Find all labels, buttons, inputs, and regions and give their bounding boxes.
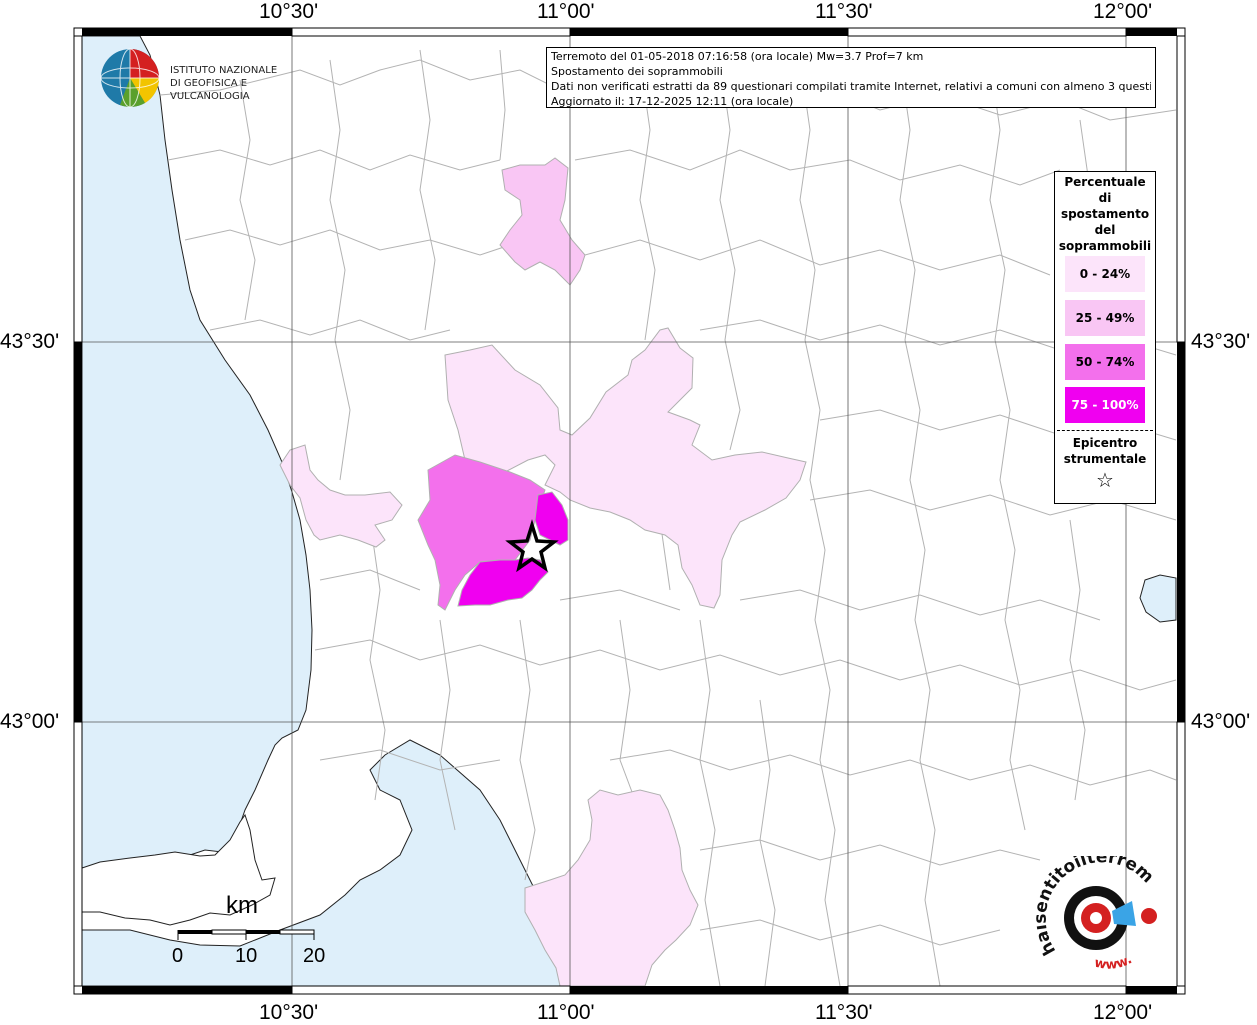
legend-title-line: del [1094,223,1116,237]
lon-label-top: 12°00' [1093,0,1153,23]
event-info-line: Spostamento dei soprammobili [551,65,723,78]
scale-tick-label: 10 [235,945,258,967]
lat-label-right: 43°30' [1191,330,1251,353]
event-info-line: Dati non verificati estratti da 89 quest… [551,80,1151,93]
legend-title: Percentuale di spostamento del soprammob… [1055,174,1155,254]
legend: Percentuale di spostamento del soprammob… [1054,171,1156,504]
scale-bar: km 0 10 20 [172,892,332,972]
ingv-name-line2: DI GEOFISICA E VULCANOLOGIA [170,78,250,102]
legend-title-line: soprammobili [1058,239,1152,253]
event-info-line: Terremoto del 01-05-2018 07:16:58 (ora l… [551,50,924,63]
ingv-logo: ISTITUTO NAZIONALE DI GEOFISICA E VULCAN… [100,48,310,110]
legend-epicenter-label: Epicentro strumentale [1055,435,1155,467]
legend-title-line: spostamento [1060,207,1150,221]
scale-tick-label: 20 [303,945,326,967]
legend-divider [1057,430,1153,431]
legend-title-line: di [1098,191,1112,205]
lon-label-bottom: 12°00' [1093,1001,1153,1024]
lon-label-top: 10°30' [259,0,319,23]
lat-label-right: 43°00' [1191,710,1251,733]
lon-label-bottom: 11°00' [537,1001,595,1024]
scale-tick-label: 0 [172,945,184,967]
ingv-name-line1: ISTITUTO NAZIONALE [170,65,278,76]
legend-epicenter-line: strumentale [1063,452,1147,466]
event-info-line: Aggiornato il: 17-12-2025 12:11 (ora loc… [551,95,794,108]
legend-class-25-49: 25 - 49% [1065,300,1145,336]
event-info-box: Terremoto del 01-05-2018 07:16:58 (ora l… [546,47,1156,108]
scale-unit: km [226,892,258,919]
legend-class-75-100: 75 - 100% [1065,387,1145,423]
lon-label-top: 11°30' [815,0,873,23]
lon-label-top: 11°00' [537,0,595,23]
haisentito-prefix: www. [1093,952,1135,973]
legend-epicenter-line: Epicentro [1072,436,1138,450]
legend-title-line: Percentuale [1064,175,1146,189]
legend-class-0-24: 0 - 24% [1065,256,1145,292]
lon-label-bottom: 10°30' [259,1001,319,1024]
legend-star-icon: ☆ [1096,468,1114,492]
svg-text:www.: www. [1093,952,1135,973]
lat-label-left: 43°00' [0,710,60,733]
haisentito-logo: haisentitoilterremoto.it www. [1030,841,1166,976]
lon-label-bottom: 11°30' [815,1001,873,1024]
haisentito-target-icon: haisentitoilterremoto.it www. [1030,841,1157,973]
ingv-globe-icon [100,48,160,108]
legend-class-50-74: 50 - 74% [1065,344,1145,380]
lat-label-left: 43°30' [0,330,60,353]
